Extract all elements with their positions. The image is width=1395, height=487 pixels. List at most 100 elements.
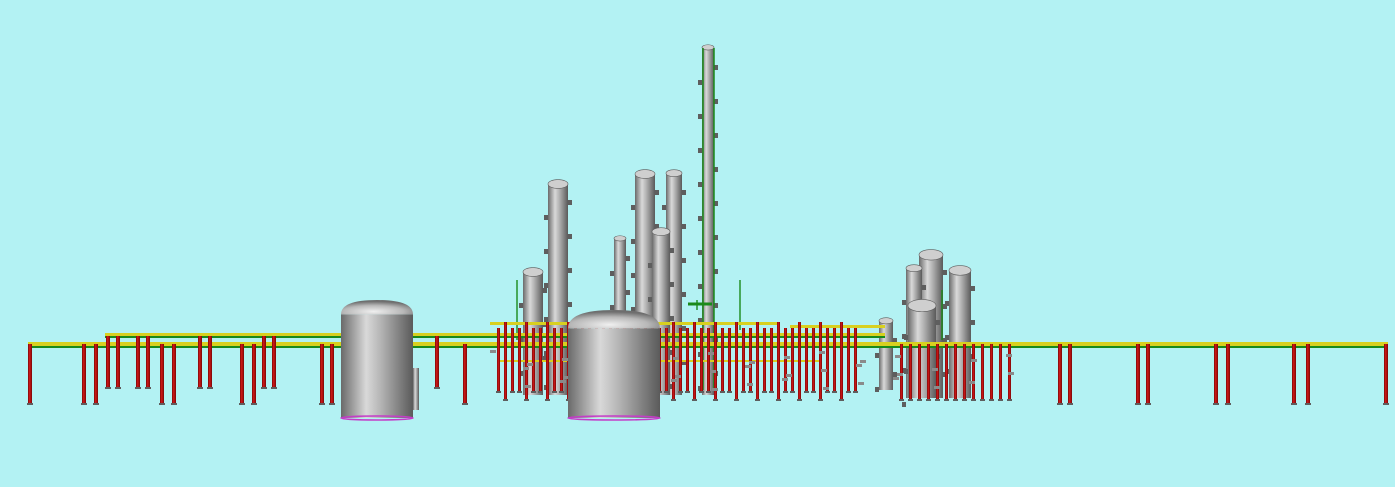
rack-support-post — [82, 344, 86, 404]
rack-support-post — [252, 344, 256, 404]
column-a-head — [547, 179, 569, 189]
pipe-yellow-right — [790, 325, 885, 328]
rack-post-foot — [811, 391, 816, 393]
equipment-detail — [782, 378, 788, 381]
column-a-nozzle — [568, 200, 572, 205]
rack-post-foot — [135, 387, 141, 389]
column-d-head — [634, 169, 656, 179]
rack-post-foot — [783, 391, 788, 393]
equipment-detail — [675, 375, 681, 378]
column-b-nozzle — [543, 288, 547, 293]
rack-post-foot — [559, 391, 564, 393]
storage-tank-left-shell — [341, 314, 413, 418]
equipment-detail — [786, 374, 792, 377]
equipment-detail — [708, 352, 714, 355]
column-i-head — [905, 264, 923, 273]
column-a-nozzle — [544, 249, 548, 254]
rack-post-foot — [839, 399, 844, 401]
tank-side-vessel — [413, 368, 419, 410]
column-b-head — [522, 267, 544, 277]
rack-post-foot — [917, 399, 922, 401]
equipment-detail — [671, 379, 677, 382]
rack-post-foot — [251, 403, 257, 405]
rack-support-post — [777, 322, 780, 400]
rack-post-foot — [81, 403, 87, 405]
rack-support-post — [1068, 344, 1072, 404]
rack-support-post — [1226, 344, 1230, 404]
rack-support-post — [208, 336, 212, 388]
rack-support-post — [826, 328, 829, 392]
rack-support-post — [999, 344, 1002, 400]
equipment-detail — [858, 382, 864, 385]
rack-support-post — [805, 328, 808, 392]
rack-support-post — [1058, 344, 1062, 404]
rack-post-foot — [769, 391, 774, 393]
plant-3d-scene[interactable] — [0, 0, 1395, 487]
rack-support-post — [672, 322, 675, 400]
equipment-detail — [856, 364, 862, 367]
column-a-body — [548, 184, 568, 395]
rack-post-foot — [908, 399, 913, 401]
rack-support-post — [972, 344, 975, 400]
equipment-detail — [560, 380, 566, 383]
rack-post-foot — [755, 399, 760, 401]
equipment-detail — [673, 357, 679, 360]
rack-support-post — [272, 336, 276, 388]
rack-post-foot — [462, 403, 468, 405]
rack-post-foot — [434, 387, 440, 389]
rack-support-post — [770, 328, 773, 392]
equipment-detail — [527, 363, 533, 366]
rack-support-post — [504, 322, 507, 400]
rack-post-foot — [503, 399, 508, 401]
equipment-detail — [823, 387, 829, 390]
equipment-detail — [932, 368, 938, 371]
column-a-nozzle — [544, 317, 548, 322]
column-k-body — [908, 305, 936, 398]
column-f-nozzle — [648, 263, 652, 268]
rack-post-foot — [27, 403, 33, 405]
rack-post-foot — [1007, 399, 1012, 401]
rack-post-foot — [846, 391, 851, 393]
rack-post-foot — [538, 391, 543, 393]
rack-post-foot — [720, 391, 725, 393]
rack-support-post — [954, 344, 957, 400]
tall-column-nozzle — [698, 182, 702, 187]
column-c-nozzle — [626, 256, 630, 261]
rack-support-post — [784, 328, 787, 392]
equipment-detail — [821, 369, 827, 372]
rack-support-post — [511, 328, 514, 392]
column-e-nozzle — [682, 326, 686, 331]
rack-support-post — [497, 328, 500, 392]
column-f-head — [651, 227, 671, 236]
rack-post-foot — [678, 391, 683, 393]
rack-support-post — [927, 344, 930, 400]
column-f-nozzle — [648, 297, 652, 302]
column-e-head — [665, 169, 683, 178]
rack-support-post — [539, 328, 542, 392]
equipment-detail — [1006, 354, 1012, 357]
rack-support-post — [106, 336, 110, 388]
rack-support-post — [963, 344, 966, 400]
rack-post-foot — [145, 387, 151, 389]
pipe-yellow-upper — [105, 333, 885, 336]
equipment-detail — [784, 356, 790, 359]
rack-post-foot — [853, 391, 858, 393]
rack-post-foot — [1213, 403, 1219, 405]
tall-column-nozzle — [698, 216, 702, 221]
equipment-detail — [712, 388, 718, 391]
rack-post-foot — [998, 399, 1003, 401]
tall-column-nozzle — [698, 114, 702, 119]
column-b-nozzle — [519, 303, 523, 308]
rack-post-foot — [319, 403, 325, 405]
column-h-nozzle — [945, 335, 949, 340]
rack-support-post — [116, 336, 120, 388]
column-j-nozzle — [875, 387, 879, 392]
rack-support-post — [665, 328, 668, 392]
3d-model-viewport[interactable] — [0, 0, 1395, 487]
storage-tank-center — [567, 310, 661, 421]
rack-support-post — [160, 344, 164, 404]
rack-post-foot — [899, 399, 904, 401]
equipment-detail — [525, 385, 531, 388]
rack-support-post — [262, 336, 266, 388]
tall-column-nozzle — [698, 80, 702, 85]
